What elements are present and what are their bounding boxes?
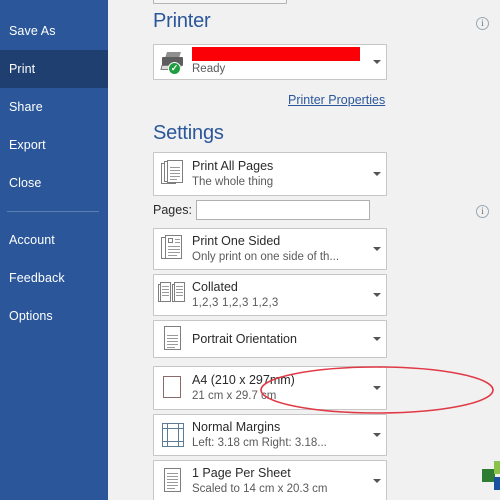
sidebar-item-print[interactable]: Print xyxy=(0,50,108,88)
margins-primary: Normal Margins xyxy=(192,419,281,434)
collation-select[interactable]: Collated 1,2,3 1,2,3 1,2,3 xyxy=(153,274,387,316)
sidebar-item-account[interactable]: Account xyxy=(0,221,108,259)
pages-info-icon[interactable]: i xyxy=(476,205,489,218)
multi-page-document-icon xyxy=(154,153,192,195)
print-sides-chevron-icon[interactable] xyxy=(368,247,386,251)
print-range-chevron-icon[interactable] xyxy=(368,172,386,176)
paper-size-secondary: 21 cm x 29.7 cm xyxy=(192,389,277,402)
print-sides-select[interactable]: Print One Sided Only print on one side o… xyxy=(153,228,387,270)
paper-size-primary: A4 (210 x 297mm) xyxy=(192,372,295,387)
print-range-secondary: The whole thing xyxy=(192,175,274,188)
printer-ready-check-icon: ✓ xyxy=(168,62,181,75)
print-range-select[interactable]: Print All Pages The whole thing xyxy=(153,152,387,196)
collated-copies-icon xyxy=(154,275,192,315)
printer-section-heading: Printer xyxy=(153,10,211,32)
pages-label: Pages: xyxy=(153,203,192,217)
orientation-chevron-icon[interactable] xyxy=(368,337,386,341)
portrait-page-icon xyxy=(154,321,192,357)
print-button-cropped[interactable] xyxy=(153,0,287,4)
orientation-primary: Portrait Orientation xyxy=(192,331,297,346)
collation-secondary: 1,2,3 1,2,3 1,2,3 xyxy=(192,296,279,309)
print-backstage-screen: Save As Print Share Export Close Account… xyxy=(0,0,500,500)
printer-name-redaction xyxy=(192,47,360,61)
pages-per-sheet-select[interactable]: 1 Page Per Sheet Scaled to 14 cm x 20.3 … xyxy=(153,460,387,500)
orientation-select[interactable]: Portrait Orientation xyxy=(153,320,387,358)
print-range-primary: Print All Pages xyxy=(192,158,274,173)
paper-size-select[interactable]: A4 (210 x 297mm) 21 cm x 29.7 cm xyxy=(153,366,387,410)
sidebar-item-export[interactable]: Export xyxy=(0,126,108,164)
printer-select[interactable]: ✓ Ready xyxy=(153,44,387,80)
paper-size-chevron-icon[interactable] xyxy=(368,386,386,390)
printer-status: Ready xyxy=(192,63,226,75)
sidebar: Save As Print Share Export Close Account… xyxy=(0,0,108,500)
collation-primary: Collated xyxy=(192,279,238,294)
sidebar-item-options[interactable]: Options xyxy=(0,297,108,335)
pages-per-sheet-primary: 1 Page Per Sheet xyxy=(192,465,291,480)
watermark: 纯净系统之家 www.ycwjzy.com xyxy=(482,455,500,497)
margins-secondary: Left: 3.18 cm Right: 3.18... xyxy=(192,436,327,449)
margins-chevron-icon[interactable] xyxy=(368,433,386,437)
collation-chevron-icon[interactable] xyxy=(368,293,386,297)
one-sided-page-icon xyxy=(154,229,192,269)
single-page-icon xyxy=(154,461,192,500)
sidebar-item-close[interactable]: Close xyxy=(0,164,108,202)
print-sides-secondary: Only print on one side of th... xyxy=(192,250,340,263)
paper-sheet-icon xyxy=(154,367,192,409)
watermark-logo-icon xyxy=(482,461,500,491)
margins-grid-icon xyxy=(154,415,192,455)
printer-icon: ✓ xyxy=(154,45,192,79)
margins-select[interactable]: Normal Margins Left: 3.18 cm Right: 3.18… xyxy=(153,414,387,456)
pages-per-sheet-chevron-icon[interactable] xyxy=(368,479,386,483)
sidebar-item-feedback[interactable]: Feedback xyxy=(0,259,108,297)
printer-info-icon[interactable]: i xyxy=(476,17,489,30)
print-settings-pane: Printer i ✓ Ready Printer Properties Set… xyxy=(108,0,500,500)
print-sides-primary: Print One Sided xyxy=(192,233,281,248)
pages-input[interactable] xyxy=(196,200,370,220)
printer-dropdown-chevron-icon[interactable] xyxy=(368,60,386,64)
sidebar-item-save-as[interactable]: Save As xyxy=(0,12,108,50)
sidebar-divider xyxy=(7,211,99,212)
settings-section-heading: Settings xyxy=(153,122,224,144)
printer-properties-link[interactable]: Printer Properties xyxy=(288,93,385,107)
sidebar-item-share[interactable]: Share xyxy=(0,88,108,126)
pages-per-sheet-secondary: Scaled to 14 cm x 20.3 cm xyxy=(192,482,328,495)
